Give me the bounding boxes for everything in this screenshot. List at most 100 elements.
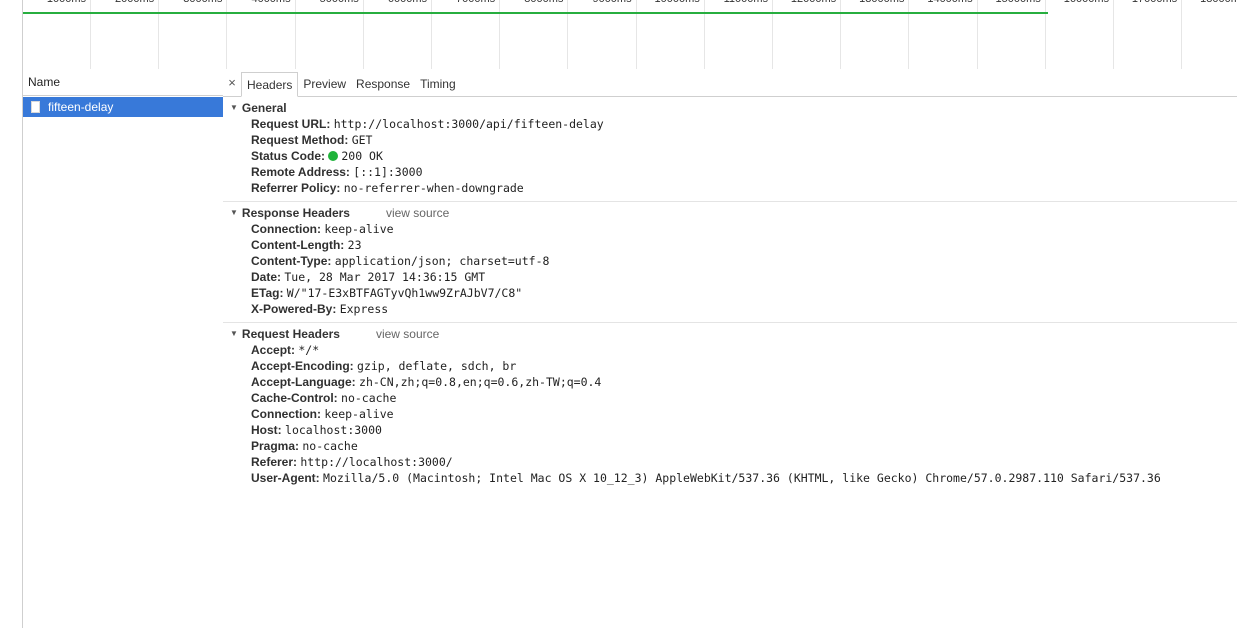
close-icon[interactable]: × (223, 70, 241, 96)
timeline-tick-label: 13000ms (859, 0, 904, 5)
response-headers-header[interactable]: ▼ Response Headers view source (223, 205, 1237, 221)
header-key: Connection: (251, 222, 321, 236)
header-row: Pragma: no-cache (223, 438, 1237, 454)
timeline-tick-label: 12000ms (791, 0, 836, 5)
timeline-tick-label: 8000ms (524, 0, 563, 5)
header-row: Status Code: 200 OK (223, 148, 1237, 164)
header-key: Content-Length: (251, 238, 345, 252)
timeline-tick-column: 12000ms (773, 0, 842, 69)
header-value: Express (339, 302, 389, 316)
header-value: 23 (347, 238, 362, 252)
status-ok-icon (328, 151, 339, 161)
timeline-tick-label: 7000ms (456, 0, 495, 5)
header-value: GET (351, 133, 373, 147)
timeline-tick-column: 6000ms (364, 0, 432, 69)
header-key: Referer: (251, 455, 298, 469)
timeline-tick-column: 11000ms (705, 0, 773, 69)
header-value: keep-alive (324, 407, 394, 421)
request-headers-section: ▼ Request Headers view source Accept: */… (223, 323, 1237, 491)
header-row: ETag: W/"17-E3xBTFAGTyvQh1ww9ZrAJbV7/C8" (223, 285, 1237, 301)
response-headers-section: ▼ Response Headers view source Connectio… (223, 202, 1237, 323)
header-value: http://localhost:3000/api/fifteen-delay (333, 117, 604, 131)
request-list: Name fifteen-delay (22, 69, 224, 628)
devtools-network-panel: 18000ms 17000ms 16000ms 15000ms 14000ms 13000… (0, 0, 1237, 628)
header-value: Mozilla/5.0 (Macintosh; Intel Mac OS X 1… (323, 471, 1161, 485)
header-value: W/"17-E3xBTFAGTyvQh1ww9ZrAJbV7/C8" (286, 286, 523, 300)
header-value: application/json; charset=utf-8 (334, 254, 550, 268)
triangle-down-icon: ▼ (230, 329, 238, 338)
header-key: Accept: (251, 343, 296, 357)
header-value: gzip, deflate, sdch, br (357, 359, 517, 373)
triangle-down-icon: ▼ (230, 103, 238, 112)
header-value: no-cache (302, 439, 358, 453)
request-headers-header[interactable]: ▼ Request Headers view source (223, 326, 1237, 342)
header-value: */* (298, 343, 320, 357)
timeline-tick-column: 4000ms (228, 0, 296, 69)
document-icon (31, 101, 40, 113)
tab-timing[interactable]: Timing (415, 72, 461, 96)
tab-response[interactable]: Response (351, 72, 415, 96)
timeline-tick-column: 10000ms (637, 0, 705, 69)
timeline-tick-label: 3000ms (183, 0, 222, 5)
view-source-link[interactable]: view source (376, 326, 439, 342)
header-key: X-Powered-By: (251, 302, 337, 316)
header-row: Content-Type: application/json; charset=… (223, 253, 1237, 269)
request-row[interactable]: fifteen-delay (23, 97, 223, 117)
timeline-tick-label: 1000ms (47, 0, 86, 5)
timeline-tick-label: 4000ms (251, 0, 290, 5)
timeline-overview[interactable]: 18000ms 17000ms 16000ms 15000ms 14000ms 13000… (22, 0, 1237, 70)
timeline-tick-column: 17000ms (1114, 0, 1183, 69)
timeline-tick-label: 2000ms (115, 0, 154, 5)
header-row: Connection: keep-alive (223, 406, 1237, 422)
section-title: General (241, 101, 287, 115)
timeline-tick-column: 9000ms (569, 0, 637, 69)
timeline-tick-label: 18000ms (1200, 0, 1237, 5)
view-source-link[interactable]: view source (386, 205, 449, 221)
timeline-tick-column: 18000ms (1182, 0, 1237, 69)
timeline-tick-column: 13000ms (841, 0, 910, 69)
timeline-tick-column: 14000ms (910, 0, 978, 69)
header-value: no-cache (341, 391, 397, 405)
header-row: Referer: http://localhost:3000/ (223, 454, 1237, 470)
timeline-tick-column: 2000ms (91, 0, 160, 69)
header-row: Accept: */* (223, 342, 1237, 358)
request-name: fifteen-delay (48, 100, 114, 114)
triangle-down-icon: ▼ (230, 208, 238, 217)
timeline-tick-column: 3000ms (159, 0, 228, 69)
header-key: Status Code: (251, 149, 326, 163)
header-key: Referrer Policy: (251, 181, 341, 195)
header-key: Cache-Control: (251, 391, 338, 405)
header-row: Request Method: GET (223, 132, 1237, 148)
header-key: Accept-Encoding: (251, 359, 354, 373)
header-row: Date: Tue, 28 Mar 2017 14:36:15 GMT (223, 269, 1237, 285)
header-row: Request URL: http://localhost:3000/api/f… (223, 116, 1237, 132)
timeline-tick-label: 11000ms (724, 0, 768, 5)
timeline-tick-label: 10000ms (655, 0, 700, 5)
tab-headers[interactable]: Headers (241, 72, 299, 97)
section-title: Request Headers (241, 327, 340, 341)
header-row: User-Agent: Mozilla/5.0 (Macintosh; Inte… (223, 470, 1237, 486)
header-key: Content-Type: (251, 254, 332, 268)
header-key: Connection: (251, 407, 321, 421)
header-row: Connection: keep-alive (223, 221, 1237, 237)
header-row: Referrer Policy: no-referrer-when-downgr… (223, 180, 1237, 196)
timeline-tick-column: 15000ms (978, 0, 1046, 69)
header-value: 200 OK (341, 149, 383, 163)
name-column-header[interactable]: Name (23, 69, 223, 96)
header-key: Request URL: (251, 117, 331, 131)
header-value: no-referrer-when-downgrade (343, 181, 524, 195)
header-value: http://localhost:3000/ (300, 455, 453, 469)
header-row: Cache-Control: no-cache (223, 390, 1237, 406)
general-section-header[interactable]: ▼ General (223, 100, 1237, 116)
header-key: ETag: (251, 286, 284, 300)
timeline-tick-label: 5000ms (320, 0, 359, 5)
timeline-tick-label: 16000ms (1064, 0, 1109, 5)
detail-tabs: × Headers Preview Response Timing (223, 69, 1237, 97)
timeline-tick-label: 6000ms (388, 0, 427, 5)
tab-preview[interactable]: Preview (298, 72, 351, 96)
header-value: localhost:3000 (285, 423, 382, 437)
timeline-tick-column: 5000ms (296, 0, 364, 69)
header-key: Request Method: (251, 133, 349, 147)
header-row: Accept-Encoding: gzip, deflate, sdch, br (223, 358, 1237, 374)
header-row: Remote Address: [::1]:3000 (223, 164, 1237, 180)
